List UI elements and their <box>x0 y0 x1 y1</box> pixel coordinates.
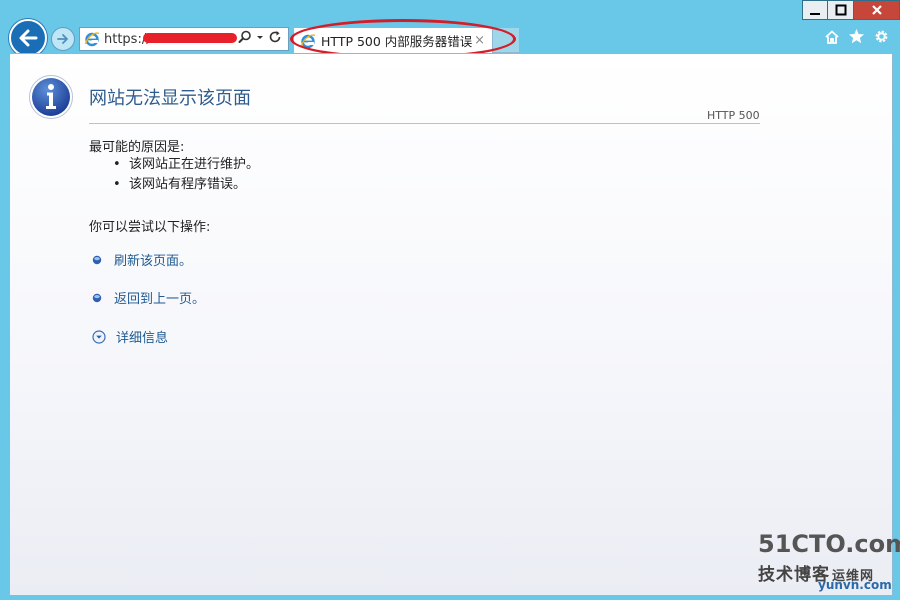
bullet-icon <box>92 255 102 264</box>
star-icon[interactable] <box>848 28 865 45</box>
watermark-logo-text: 51CTO.com <box>758 530 900 558</box>
refresh-icon[interactable] <box>268 30 282 44</box>
maximize-button[interactable] <box>828 0 854 20</box>
browser-chrome: https:// HTTP 500 内部服务器错误 × <box>0 0 900 59</box>
page-content: 网站无法显示该页面 HTTP 500 最可能的原因是: 该网站正在进行维护。 该… <box>9 53 893 596</box>
back-button[interactable] <box>9 19 47 57</box>
window-controls <box>802 0 900 20</box>
watermark: 51CTO.com 技术博客 运维网 yunvn.com <box>750 530 900 596</box>
minimize-icon <box>810 13 820 15</box>
redaction-mark <box>143 33 237 43</box>
arrow-left-icon <box>19 29 38 47</box>
page-title: 网站无法显示该页面 <box>89 88 251 109</box>
dropdown-icon[interactable] <box>256 30 264 44</box>
home-icon[interactable] <box>824 29 840 45</box>
arrow-right-icon <box>57 34 68 44</box>
refresh-page-label[interactable]: 刷新该页面。 <box>114 250 192 269</box>
forward-button[interactable] <box>51 27 75 51</box>
chevron-down-icon <box>92 329 106 344</box>
toolbar-right <box>824 28 890 45</box>
watermark-url: yunvn.com <box>818 578 892 592</box>
list-item: 该网站正在进行维护。 <box>113 155 259 175</box>
actions-heading: 你可以尝试以下操作: <box>89 220 211 235</box>
close-window-button[interactable] <box>854 0 900 20</box>
gear-icon[interactable] <box>873 28 890 45</box>
maximize-icon <box>835 4 846 16</box>
info-icon <box>29 75 73 119</box>
ie-logo-icon <box>84 32 100 47</box>
divider <box>89 123 760 124</box>
search-icon[interactable] <box>238 30 252 44</box>
reasons-heading: 最可能的原因是: <box>89 140 185 155</box>
go-back-label[interactable]: 返回到上一页。 <box>114 288 205 307</box>
more-info-label[interactable]: 详细信息 <box>116 327 168 346</box>
go-back-link[interactable]: 返回到上一页。 <box>92 288 205 307</box>
more-info-link[interactable]: 详细信息 <box>92 327 168 346</box>
minimize-button[interactable] <box>802 0 828 20</box>
http-status-code: HTTP 500 <box>707 109 760 122</box>
refresh-page-link[interactable]: 刷新该页面。 <box>92 250 192 269</box>
close-icon <box>871 5 882 15</box>
bullet-icon <box>92 293 102 302</box>
address-bar-icons <box>238 30 282 44</box>
reasons-list: 该网站正在进行维护。 该网站有程序错误。 <box>113 155 259 195</box>
list-item: 该网站有程序错误。 <box>113 175 259 195</box>
